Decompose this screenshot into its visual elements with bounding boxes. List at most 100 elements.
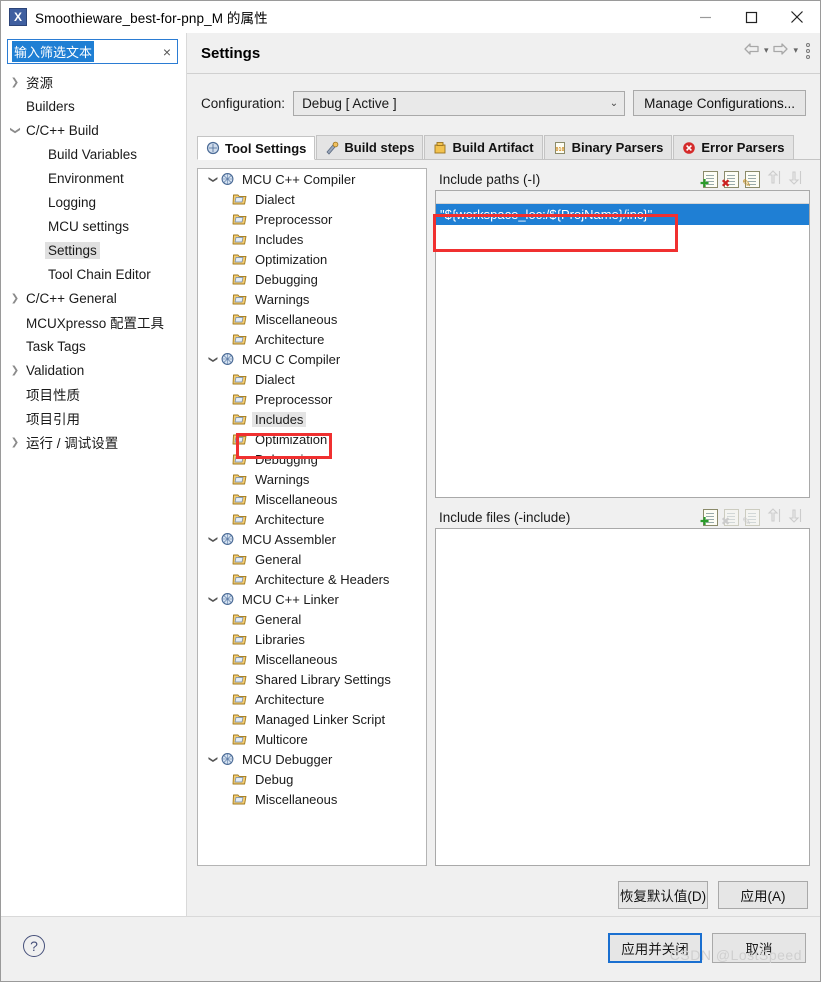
tool-tree-item-architecture[interactable]: Architecture — [198, 689, 426, 709]
sidebar-item-item-13[interactable]: 项目性质 — [1, 382, 186, 406]
tool-tree-item-label: Multicore — [255, 731, 308, 747]
sidebar-item-mcuxpresso[interactable]: MCUXpresso 配置工具 — [1, 310, 186, 334]
tool-tree-item-managed-linker-script[interactable]: Managed Linker Script — [198, 709, 426, 729]
tool-tree-item-mcu-assembler[interactable]: ❯ MCU Assembler — [198, 529, 426, 549]
add-include-file-icon[interactable]: ✚ — [700, 508, 718, 527]
tool-tree-item-warnings[interactable]: Warnings — [198, 469, 426, 489]
chevron-down-icon[interactable]: ❯ — [208, 532, 219, 546]
tool-tree-item-warnings[interactable]: Warnings — [198, 289, 426, 309]
tool-tree-item-general[interactable]: General — [198, 549, 426, 569]
sidebar-item-environment[interactable]: Environment — [1, 166, 186, 190]
sidebar-item-item-14[interactable]: 项目引用 — [1, 406, 186, 430]
back-history-chevron-icon[interactable]: ▾ — [764, 45, 769, 56]
tool-tree-item-mcu-c-compiler[interactable]: ❯ MCU C Compiler — [198, 349, 426, 369]
restore-defaults-button[interactable]: 恢复默认值(D) — [618, 881, 708, 909]
maximize-icon[interactable] — [728, 1, 774, 33]
tool-tree-item-miscellaneous[interactable]: Miscellaneous — [198, 309, 426, 329]
tool-tree-item-debug[interactable]: Debug — [198, 769, 426, 789]
tool-tree-item-mcu-c++-compiler[interactable]: ❯ MCU C++ Compiler — [198, 169, 426, 189]
manage-configurations-button[interactable]: Manage Configurations... — [633, 90, 806, 116]
horizontal-scrollbar[interactable] — [436, 191, 809, 204]
tool-tree-item-multicore[interactable]: Multicore — [198, 729, 426, 749]
tool-tree-item-preprocessor[interactable]: Preprocessor — [198, 209, 426, 229]
tool-tree-item-shared-library-settings[interactable]: Shared Library Settings — [198, 669, 426, 689]
tool-tree-item-optimization[interactable]: Optimization — [198, 429, 426, 449]
tool-tree-item-label: MCU Assembler — [242, 531, 336, 547]
folder-icon — [232, 492, 248, 506]
tab-build-steps[interactable]: Build steps — [316, 135, 424, 159]
help-icon[interactable]: ? — [23, 935, 45, 957]
chevron-right-icon[interactable]: ❯ — [7, 437, 23, 448]
tool-tree-item-architecture[interactable]: Architecture — [198, 329, 426, 349]
tool-tree-item-label: Miscellaneous — [255, 491, 338, 507]
chevron-down-icon[interactable]: ❯ — [208, 752, 219, 766]
sidebar-item-build-variables[interactable]: Build Variables — [1, 142, 186, 166]
tool-tree-item-debugging[interactable]: Debugging — [198, 449, 426, 469]
tool-tree-item-miscellaneous[interactable]: Miscellaneous — [198, 489, 426, 509]
move-up-icon — [766, 507, 781, 527]
configuration-select[interactable]: Debug [ Active ] ⌄ — [293, 90, 626, 116]
chevron-down-icon[interactable]: ❯ — [208, 172, 219, 186]
tool-tree-item-debugging[interactable]: Debugging — [198, 269, 426, 289]
include-files-list[interactable] — [435, 528, 810, 866]
tool-icon — [220, 592, 235, 606]
chevron-right-icon[interactable]: ❯ — [7, 293, 23, 304]
forward-arrow-icon[interactable] — [772, 42, 789, 59]
add-include-path-icon[interactable]: ✚ — [700, 170, 718, 189]
tool-tree-item-miscellaneous[interactable]: Miscellaneous — [198, 649, 426, 669]
tool-tree-item-dialect[interactable]: Dialect — [198, 369, 426, 389]
chevron-down-icon[interactable]: ❯ — [10, 122, 21, 138]
chevron-down-icon[interactable]: ❯ — [208, 592, 219, 606]
tool-tree-item-mcu-debugger[interactable]: ❯ MCU Debugger — [198, 749, 426, 769]
sidebar-item-builders[interactable]: Builders — [1, 94, 186, 118]
chevron-right-icon[interactable]: ❯ — [7, 77, 23, 88]
tool-tree-item-label: Debug — [255, 771, 294, 787]
sidebar-item-settings[interactable]: Settings — [1, 238, 186, 262]
view-menu-icon[interactable] — [806, 42, 810, 59]
apply-button[interactable]: 应用(A) — [718, 881, 808, 909]
tool-tree-item-includes[interactable]: Includes — [198, 229, 426, 249]
sidebar-item-mcu-settings[interactable]: MCU settings — [1, 214, 186, 238]
tool-tree-item-optimization[interactable]: Optimization — [198, 249, 426, 269]
sidebar-item-item-15[interactable]: ❯ 运行 / 调试设置 — [1, 430, 186, 454]
tool-tree-item-architecture-headers[interactable]: Architecture & Headers — [198, 569, 426, 589]
back-arrow-icon[interactable] — [743, 42, 760, 59]
sidebar-item-c-c-general[interactable]: ❯ C/C++ General — [1, 286, 186, 310]
minimize-icon[interactable] — [682, 1, 728, 33]
tool-tree-item-includes[interactable]: Includes — [198, 409, 426, 429]
tool-tree-item-architecture[interactable]: Architecture — [198, 509, 426, 529]
edit-include-path-icon[interactable]: ✎ — [742, 170, 760, 189]
tool-tree-item-label: Architecture — [255, 331, 325, 347]
tool-tree-item-mcu-c++-linker[interactable]: ❯ MCU C++ Linker — [198, 589, 426, 609]
tab-build-artifact[interactable]: Build Artifact — [424, 135, 543, 159]
sidebar-item-item-0[interactable]: ❯ 资源 — [1, 70, 186, 94]
sidebar-item-c-c-build[interactable]: ❯ C/C++ Build — [1, 118, 186, 142]
close-icon[interactable] — [774, 1, 820, 33]
properties-dialog: X Smoothieware_best-for-pnp_M 的属性 输入筛选文本… — [0, 0, 821, 982]
folder-icon — [232, 612, 248, 626]
include-paths-list[interactable]: "${workspace_loc:/${ProjName}/inc}" — [435, 190, 810, 498]
clear-icon[interactable]: × — [163, 43, 171, 61]
sidebar-item-task-tags[interactable]: Task Tags — [1, 334, 186, 358]
chevron-right-icon[interactable]: ❯ — [7, 365, 23, 376]
delete-include-path-icon[interactable]: ✖ — [721, 170, 739, 189]
chevron-down-icon[interactable]: ❯ — [208, 352, 219, 366]
include-path-entry[interactable]: "${workspace_loc:/${ProjName}/inc}" — [436, 204, 809, 225]
sidebar-item-tool-chain-editor[interactable]: Tool Chain Editor — [1, 262, 186, 286]
forward-history-chevron-icon[interactable]: ▾ — [793, 45, 798, 56]
sidebar-item-validation[interactable]: ❯ Validation — [1, 358, 186, 382]
panel-actions: 恢复默认值(D) 应用(A) — [618, 881, 808, 909]
tab-error-parsers[interactable]: Error Parsers — [673, 135, 794, 159]
sidebar-item-logging[interactable]: Logging — [1, 190, 186, 214]
options-column: Include paths (-I) ✚ ✖ ✎ "${workspace_lo… — [435, 168, 810, 866]
tool-tree-item-libraries[interactable]: Libraries — [198, 629, 426, 649]
tool-tree-item-label: General — [255, 611, 302, 627]
tool-tree-item-miscellaneous[interactable]: Miscellaneous — [198, 789, 426, 809]
tool-tree-item-dialect[interactable]: Dialect — [198, 189, 426, 209]
tool-tree-item-general[interactable]: General — [198, 609, 426, 629]
tab-binary-parsers[interactable]: 010 Binary Parsers — [543, 135, 673, 159]
tab-tool-settings[interactable]: Tool Settings — [197, 136, 316, 160]
tool-tree-item-preprocessor[interactable]: Preprocessor — [198, 389, 426, 409]
search-input[interactable]: 输入筛选文本 × — [7, 39, 178, 64]
sidebar-item-label: C/C++ General — [26, 290, 117, 306]
